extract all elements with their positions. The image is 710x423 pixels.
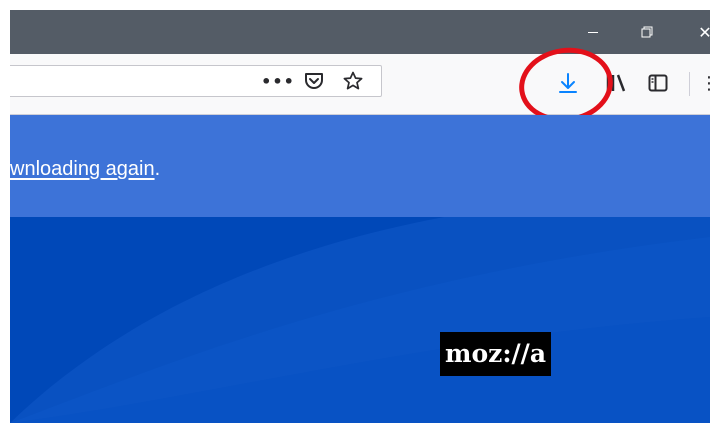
restore-icon	[641, 26, 653, 38]
pocket-icon	[305, 73, 323, 89]
page-actions-icon: •••	[261, 71, 295, 91]
sidebar-icon	[648, 74, 668, 92]
bookmark-star-button[interactable]	[339, 66, 367, 96]
pocket-button[interactable]	[300, 66, 328, 96]
sidebar-button[interactable]	[642, 67, 674, 99]
notice-text: wnloading again.	[10, 158, 160, 181]
title-bar: ✕	[10, 10, 710, 54]
mozilla-logo: moz://a	[440, 332, 552, 376]
notice-suffix: .	[154, 158, 161, 180]
hero-background-waves	[10, 217, 710, 423]
browser-window: ✕ ••• ⋮ wnloading again. moz://a	[10, 10, 710, 423]
url-bar[interactable]: •••	[10, 65, 382, 97]
download-notice-bar: wnloading again.	[10, 115, 710, 217]
overflow-menu-icon: ⋮	[700, 72, 710, 94]
close-button[interactable]: ✕	[682, 10, 710, 54]
overflow-menu-button[interactable]: ⋮	[700, 67, 710, 99]
bookmark-star-icon	[343, 71, 363, 90]
toolbar-separator	[689, 72, 690, 96]
download-again-link[interactable]: wnloading again	[10, 158, 155, 180]
close-icon: ✕	[698, 22, 710, 42]
hero-section: moz://a	[10, 217, 710, 423]
restore-button[interactable]	[624, 10, 670, 54]
page-actions-button[interactable]: •••	[261, 66, 295, 96]
